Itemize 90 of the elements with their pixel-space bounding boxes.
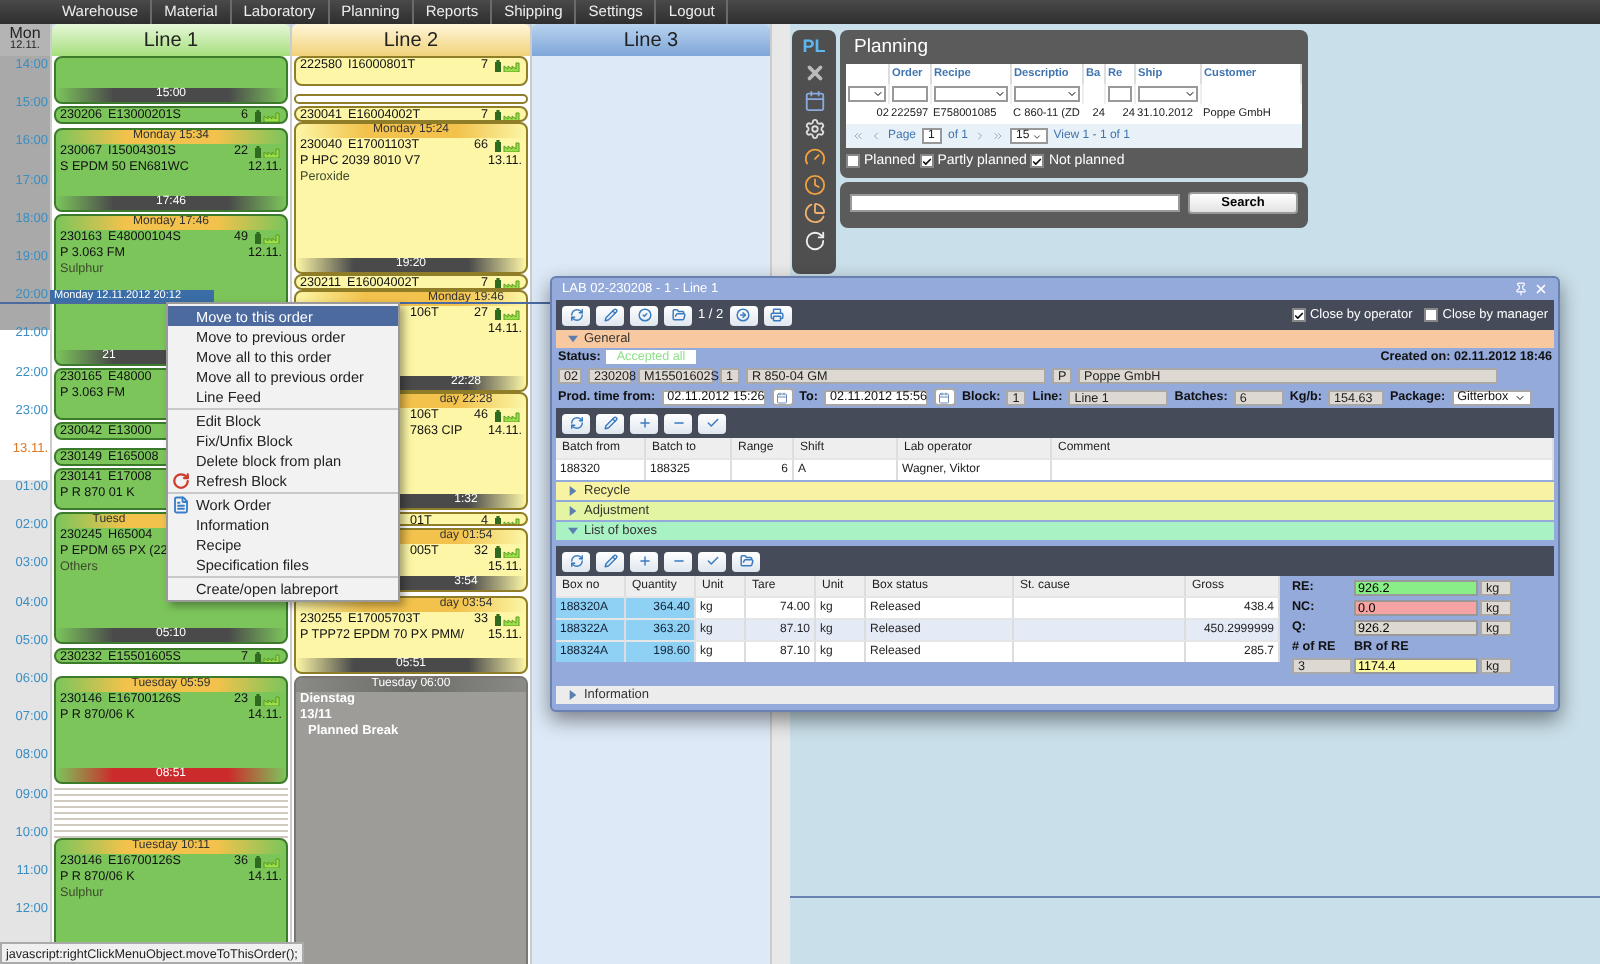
checkbox[interactable] <box>1030 154 1045 168</box>
caret-icon <box>568 334 578 344</box>
toolbar-button[interactable] <box>698 413 726 433</box>
document-icon <box>172 495 190 513</box>
check-icon <box>921 155 932 167</box>
pencil-icon <box>603 308 617 322</box>
refresh-icon <box>569 554 583 568</box>
minus-icon <box>671 554 685 568</box>
pencil-icon <box>603 416 617 430</box>
filter-select[interactable] <box>848 86 886 102</box>
panel-title: Planning <box>852 36 930 58</box>
check-icon <box>705 554 719 568</box>
toolbar-button[interactable] <box>763 305 792 325</box>
calendar-icon <box>776 391 789 403</box>
calendar-icon[interactable] <box>803 90 825 112</box>
lab-status-icon <box>494 110 522 120</box>
lab-status-icon <box>494 140 522 152</box>
lab-status-icon <box>494 308 522 320</box>
toolbar-button[interactable] <box>630 413 658 433</box>
filter-select[interactable] <box>1138 86 1198 102</box>
line-header: Line 1 <box>52 24 290 56</box>
checkbox[interactable] <box>919 154 934 168</box>
filter-select[interactable] <box>1014 86 1080 102</box>
refresh-icon <box>569 416 583 430</box>
caret-icon <box>568 690 578 700</box>
toolbar-button[interactable] <box>596 413 624 433</box>
filter-field[interactable] <box>1108 86 1132 102</box>
toolbar-button[interactable] <box>630 551 658 571</box>
line-header: Line 3 <box>532 24 770 56</box>
toolbar-button[interactable] <box>596 305 624 325</box>
line-header: Line 2 <box>292 24 530 56</box>
arrow-right-icon <box>736 308 751 322</box>
caret-icon <box>1513 391 1526 403</box>
day-label: Mon <box>9 24 41 42</box>
pie-chart-icon[interactable] <box>803 202 825 224</box>
toolbar-button[interactable] <box>664 551 692 571</box>
minus-icon <box>671 416 685 430</box>
caret-icon <box>1066 88 1078 100</box>
check-circle-icon <box>637 308 651 322</box>
folder-icon <box>671 308 685 322</box>
toolbar-button[interactable] <box>630 305 658 325</box>
lab-status-icon <box>254 856 282 868</box>
check-icon <box>705 416 719 430</box>
caret-icon <box>994 88 1006 100</box>
lab-status-icon <box>494 410 522 422</box>
checkbox[interactable] <box>1291 308 1306 322</box>
caret-icon <box>1031 131 1042 141</box>
lab-status-icon <box>254 146 282 158</box>
lab-status-icon <box>494 614 522 626</box>
toolbar-button[interactable] <box>596 551 624 571</box>
lab-status-icon <box>494 60 522 72</box>
folder-icon <box>739 554 753 568</box>
refresh-icon[interactable] <box>803 230 825 252</box>
toolbar-button[interactable] <box>698 551 726 571</box>
calendar-button[interactable] <box>933 388 956 406</box>
plus-icon <box>637 416 651 430</box>
lab-status-icon <box>254 652 282 662</box>
refresh-icon <box>569 308 583 322</box>
settings-icon[interactable] <box>803 118 825 140</box>
toolbar-button[interactable] <box>562 413 590 433</box>
printer-icon <box>770 308 785 322</box>
toolbar-button[interactable] <box>729 305 758 325</box>
caret-icon <box>1184 88 1196 100</box>
toolbar-button[interactable] <box>732 551 760 571</box>
toolbar-button[interactable] <box>664 305 692 325</box>
checkbox[interactable] <box>846 154 860 168</box>
clock-icon[interactable] <box>803 174 825 196</box>
lab-status-icon <box>254 110 282 122</box>
calendar-icon <box>938 391 951 403</box>
toolbar-button[interactable] <box>562 305 590 325</box>
gauge-icon[interactable] <box>803 146 825 168</box>
filter-select[interactable] <box>934 86 1008 102</box>
lab-status-icon <box>494 278 522 288</box>
check-icon <box>1293 309 1304 321</box>
filter-field[interactable] <box>892 86 928 102</box>
check-icon <box>1032 155 1043 167</box>
toolbar-button[interactable] <box>562 551 590 571</box>
pencil-icon <box>603 554 617 568</box>
lab-status-icon <box>254 694 282 706</box>
plus-icon <box>637 554 651 568</box>
refresh-icon <box>172 471 190 489</box>
lab-status-icon <box>254 232 282 244</box>
calendar-button[interactable] <box>771 388 794 406</box>
caret-icon <box>872 88 884 100</box>
toolbar-button[interactable] <box>664 413 692 433</box>
strip-label: PL <box>802 36 826 56</box>
search-field[interactable] <box>850 194 1180 212</box>
close-icon[interactable] <box>803 62 825 84</box>
checkbox[interactable] <box>1424 308 1439 322</box>
lab-status-icon <box>494 546 522 558</box>
